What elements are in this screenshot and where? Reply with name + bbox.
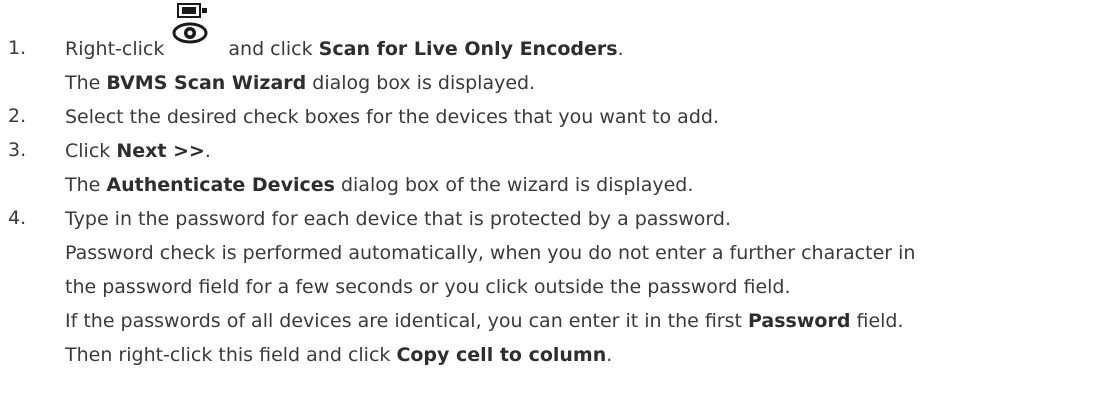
step-line: The Authenticate Devices dialog box of t… [65, 173, 693, 197]
procedure-document: { "steps": [ { "number": "1.", "lines": … [0, 0, 1093, 397]
step-text: the password field for a few seconds or … [65, 276, 791, 298]
step-text: The [65, 174, 107, 196]
step-line: If the passwords of all devices are iden… [65, 309, 904, 333]
step-text: Password check is performed automaticall… [65, 242, 916, 264]
step-text-bold: BVMS Scan Wizard [106, 72, 307, 94]
step-number: 3. [8, 139, 27, 161]
step-line: the password field for a few seconds or … [65, 275, 791, 299]
step-text: . [606, 344, 613, 366]
step-text: dialog box is displayed. [306, 72, 536, 94]
step-text-bold: Next >> [116, 140, 205, 162]
step-text: . [204, 140, 211, 162]
step-text: and click [228, 38, 319, 60]
step-number: 4. [8, 207, 27, 229]
step-text-bold: Copy cell to column [396, 344, 607, 366]
step-number: 2. [8, 105, 27, 127]
step-line: Select the desired check boxes for the d… [65, 105, 719, 129]
step-text-bold: Scan for Live Only Encoders [318, 38, 618, 60]
step-text: Right-click [65, 38, 171, 60]
step-text-bold: Authenticate Devices [106, 174, 335, 196]
step-line: Type in the password for each device tha… [65, 207, 731, 231]
step-text: . [617, 38, 624, 60]
step-line: Click Next >>. [65, 139, 211, 163]
step-text: Type in the password for each device tha… [65, 208, 731, 230]
step-line: Right-click and click Scan for Live Only… [65, 3, 624, 61]
step-line: The BVMS Scan Wizard dialog box is displ… [65, 71, 535, 95]
step-text-bold: Password [748, 310, 851, 332]
live-only-encoder-icon [170, 3, 228, 61]
step-text: If the passwords of all devices are iden… [65, 310, 749, 332]
step-text: field. [850, 310, 904, 332]
step-line: Password check is performed automaticall… [65, 241, 915, 265]
step-text: Then right-click this field and click [65, 344, 397, 366]
step-text: The [65, 72, 107, 94]
step-text: Click [65, 140, 117, 162]
step-line: Then right-click this field and click Co… [65, 343, 612, 367]
step-text: dialog box of the wizard is displayed. [334, 174, 694, 196]
step-number: 1. [8, 37, 27, 59]
step-text: Select the desired check boxes for the d… [65, 106, 719, 128]
